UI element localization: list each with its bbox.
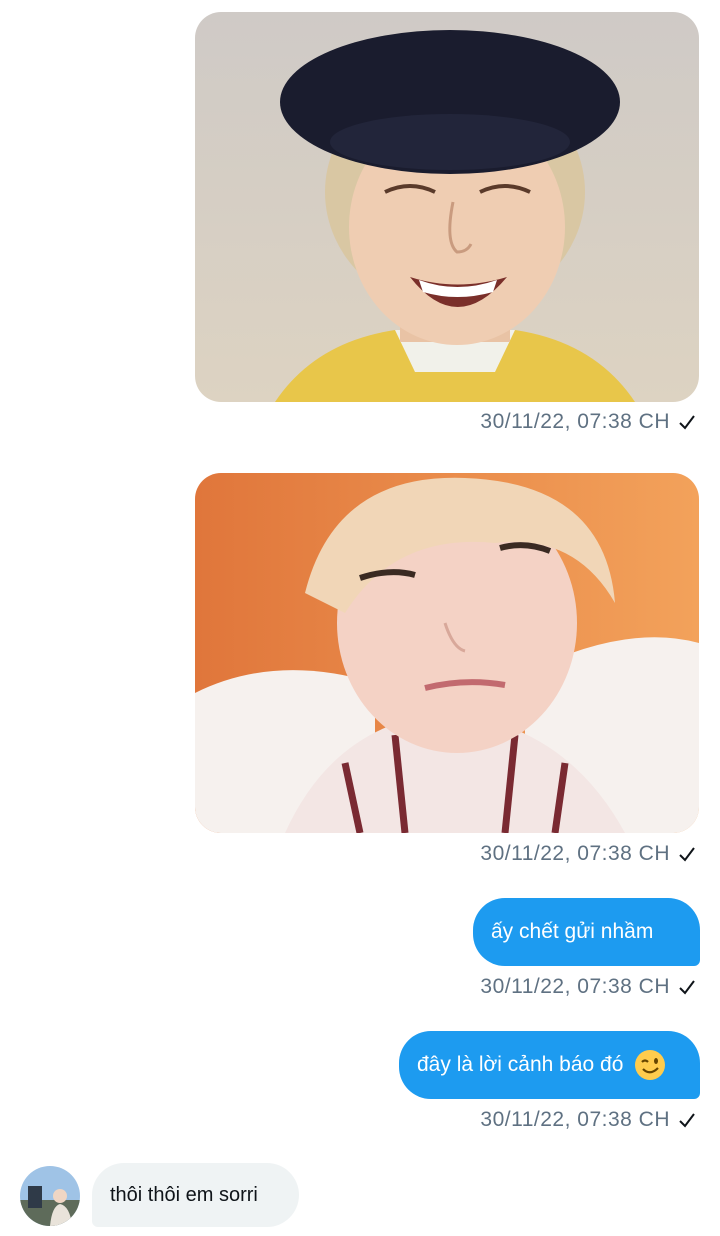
message-bubble-outgoing[interactable]: đây là lời cảnh báo đó xyxy=(399,1031,700,1099)
message-text: đây là lời cảnh báo đó xyxy=(417,1053,624,1076)
message-image-1[interactable] xyxy=(195,12,699,402)
message-bubble-outgoing[interactable]: ấy chết gửi nhầm xyxy=(473,898,700,966)
message-meta-2: 30/11/22, 07:38 CH xyxy=(480,842,696,866)
message-meta-4: 30/11/22, 07:38 CH xyxy=(480,1108,696,1132)
message-image-2[interactable] xyxy=(195,473,699,833)
winking-face-emoji-icon xyxy=(633,1048,667,1082)
contact-avatar[interactable] xyxy=(20,1166,80,1226)
sent-check-icon xyxy=(678,413,696,431)
message-text: ấy chết gửi nhầm xyxy=(491,920,654,943)
photo-blond-squinting xyxy=(195,473,699,833)
timestamp: 30/11/22, 07:38 CH xyxy=(480,1108,670,1131)
message-bubble-incoming[interactable]: thôi thôi em sorri xyxy=(92,1163,299,1227)
sent-check-icon xyxy=(678,1111,696,1129)
sent-check-icon xyxy=(678,978,696,996)
sent-check-icon xyxy=(678,845,696,863)
timestamp: 30/11/22, 07:38 CH xyxy=(480,842,670,865)
message-meta-1: 30/11/22, 07:38 CH xyxy=(480,410,696,434)
message-meta-3: 30/11/22, 07:38 CH xyxy=(480,975,696,999)
timestamp: 30/11/22, 07:38 CH xyxy=(480,975,670,998)
message-text: thôi thôi em sorri xyxy=(110,1183,258,1206)
timestamp: 30/11/22, 07:38 CH xyxy=(480,410,670,433)
photo-laughing-beret xyxy=(195,12,699,402)
